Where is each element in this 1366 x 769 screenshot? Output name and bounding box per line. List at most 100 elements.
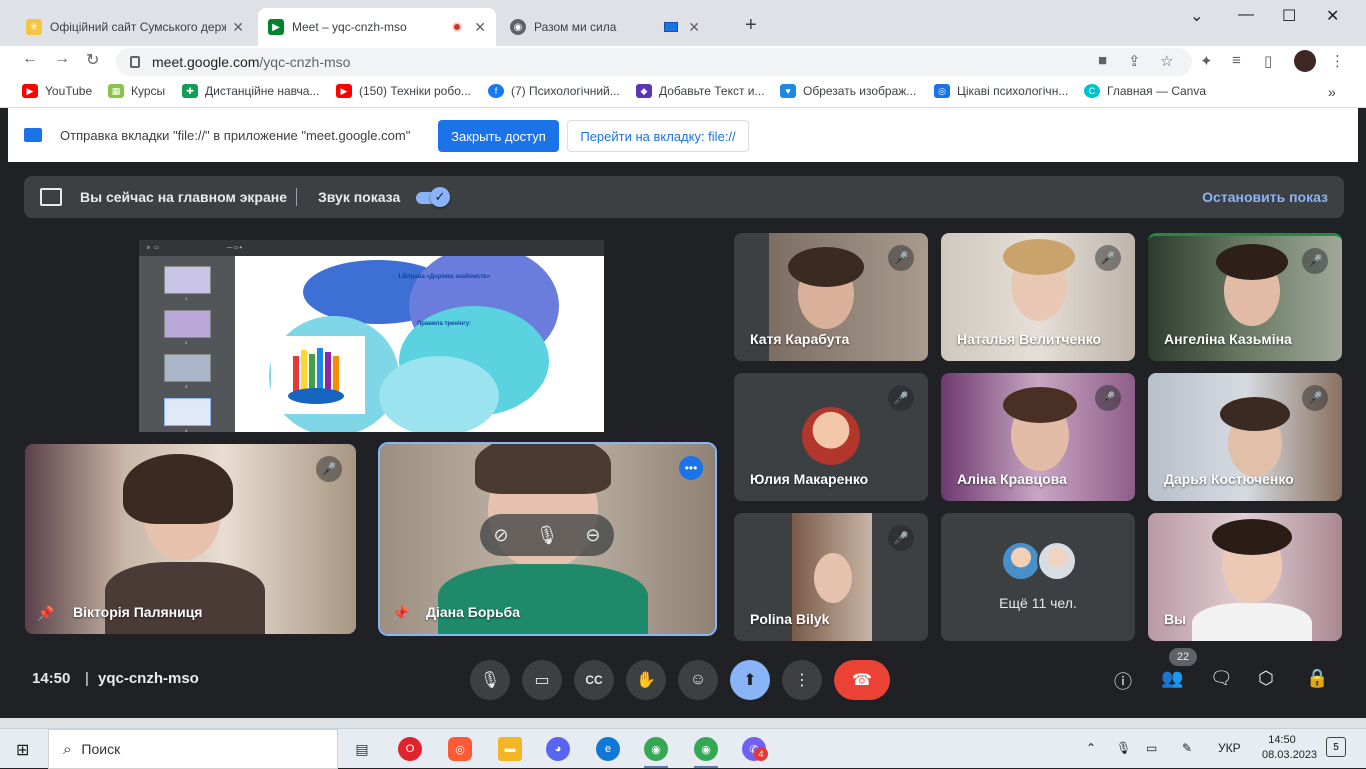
more-bookmarks-icon[interactable]: » — [1328, 84, 1336, 100]
microphone-button[interactable]: 🎙 — [470, 660, 510, 700]
file-explorer-icon[interactable]: ▬ — [498, 737, 522, 761]
presenting-status: Вы сейчас на главном экране — [80, 189, 288, 205]
windows-start-icon[interactable]: ⊞ — [16, 740, 29, 760]
taskbar-clock[interactable]: 14:50 08.03.2023 — [1262, 733, 1317, 763]
participant-tile[interactable]: 🎤 Аліна Кравцова — [941, 373, 1135, 501]
mic-off-icon: 🎤 — [1302, 385, 1328, 411]
tab-meet[interactable]: ▶ Meet – yqc-cnzh-mso ✕ — [258, 8, 496, 46]
participant-tile[interactable]: ⊘ 🎙 ⊖ ••• 📌 Діана Борьба — [378, 442, 717, 636]
circle-icon: ◎ — [934, 84, 950, 98]
reload-icon[interactable]: ↻ — [86, 50, 99, 70]
language-indicator[interactable]: УКР — [1218, 741, 1241, 755]
share-icon[interactable]: ⇪ — [1128, 52, 1141, 70]
bookmark-text[interactable]: ◆ Добавьте Текст и... — [636, 84, 765, 98]
avatar[interactable] — [1294, 50, 1316, 72]
participant-tile[interactable]: 🎤 Дарья Костюченко — [1148, 373, 1342, 501]
more-options-icon[interactable]: ••• — [679, 456, 703, 480]
video-hair — [788, 247, 864, 287]
unpin-icon[interactable]: ⊘ — [493, 525, 508, 546]
sound-toggle[interactable]: ✓ — [416, 187, 452, 207]
thumbnail[interactable] — [164, 398, 211, 426]
participant-name: Юлия Макаренко — [750, 471, 869, 487]
host-controls-icon[interactable]: 🔒 — [1306, 668, 1328, 689]
people-icon[interactable]: 👥 — [1161, 668, 1183, 689]
menu-icon[interactable]: ⋮ — [1330, 52, 1345, 70]
bookmark-classroom[interactable]: ✚ Дистанційне навча... — [182, 84, 319, 98]
thumbnail[interactable] — [164, 266, 211, 294]
close-tab-icon[interactable]: ✕ — [688, 19, 700, 36]
participant-tile[interactable]: 🎤 Ангеліна Казьміна — [1148, 233, 1342, 361]
bookmark-psych[interactable]: ◎ Цікаві психологічн... — [934, 84, 1068, 98]
extensions-icon[interactable]: ✦ — [1200, 52, 1213, 70]
self-view-tile[interactable]: Вы — [1148, 513, 1342, 641]
close-tab-icon[interactable]: ✕ — [232, 19, 244, 36]
chrome-icon[interactable]: ◉ — [694, 737, 718, 761]
page-text: 1.Вправа «Доріжка знайомств» Правила тре… — [299, 258, 589, 327]
side-panel-icon[interactable]: ▯ — [1264, 52, 1272, 70]
discord-icon[interactable]: ◕ — [546, 737, 570, 761]
captions-button[interactable]: CC — [574, 660, 614, 700]
pen-icon[interactable]: ✎ — [1182, 741, 1192, 755]
mic-icon[interactable]: 🎙 — [536, 525, 559, 546]
notifications-icon[interactable]: 5 — [1326, 737, 1346, 757]
bookmark-crop[interactable]: ♥ Обрезать изображ... — [780, 84, 916, 98]
chrome-icon[interactable]: ◉ — [644, 737, 668, 761]
participant-tile[interactable]: 🎤 Юлия Макаренко — [734, 373, 928, 501]
info-icon[interactable]: ⓘ — [1114, 668, 1132, 694]
task-view-icon[interactable]: ▤ — [350, 737, 374, 761]
media-icon[interactable]: ≡ — [1232, 52, 1241, 69]
activities-icon[interactable]: ⬡ — [1258, 668, 1274, 689]
thumbnail[interactable] — [164, 354, 211, 382]
search-label: Поиск — [81, 741, 121, 757]
pdf-page: 1.Вправа «Доріжка знайомств» Правила тре… — [239, 256, 601, 432]
close-tab-icon[interactable]: ✕ — [474, 19, 486, 36]
maximize-button[interactable]: ☐ — [1282, 6, 1296, 26]
new-tab-button[interactable]: + — [745, 14, 757, 37]
app-icon[interactable]: ◎ — [448, 737, 472, 761]
present-button[interactable]: ⬆ — [730, 660, 770, 700]
bookmark-facebook[interactable]: f (7) Психологічний... — [488, 84, 620, 98]
globe-icon: ◉ — [510, 19, 526, 35]
pin-icon[interactable]: 📌 — [37, 605, 54, 622]
participant-tile[interactable]: 🎤 Polina Bilyk — [734, 513, 928, 641]
taskbar-search[interactable]: ⌕ Поиск — [48, 729, 338, 769]
more-options-button[interactable]: ⋮ — [782, 660, 822, 700]
bookmark-youtube[interactable]: ▶ YouTube — [22, 84, 92, 98]
emoji-button[interactable]: ☺ — [678, 660, 718, 700]
tab-razom[interactable]: ◉ Разом ми сила ✕ — [500, 8, 710, 46]
star-icon[interactable]: ☆ — [1160, 52, 1173, 70]
stop-sharing-button[interactable]: Закрыть доступ — [438, 120, 559, 152]
end-call-button[interactable]: ☎ — [834, 660, 890, 700]
chevron-up-icon[interactable]: ⌃ — [1086, 741, 1096, 755]
raise-hand-button[interactable]: ✋ — [626, 660, 666, 700]
thumbnail[interactable] — [164, 310, 211, 338]
address-bar[interactable]: meet.google.com/yqc-cnzh-mso — [116, 48, 1192, 76]
forward-icon[interactable]: → — [54, 50, 70, 68]
bookmark-canva[interactable]: C Главная — Canva — [1084, 84, 1206, 98]
tab-sumy-site[interactable]: ⚜ Офіційний сайт Сумського держ ✕ — [16, 8, 254, 46]
edge-icon[interactable]: e — [596, 737, 620, 761]
battery-icon[interactable]: ▭ — [1146, 741, 1157, 755]
video-hair — [1003, 387, 1077, 423]
camera-icon[interactable]: ■ — [1098, 52, 1107, 69]
chevron-down-icon[interactable]: ⌄ — [1190, 6, 1203, 26]
bookmark-youtube-2[interactable]: ▶ (150) Техніки робо... — [336, 84, 471, 98]
tab-title: Meet – yqc-cnzh-mso — [292, 20, 407, 34]
participant-tile[interactable]: 🎤 Катя Карабута — [734, 233, 928, 361]
stop-presenting-button[interactable]: Остановить показ — [1202, 189, 1328, 205]
pin-icon[interactable]: 📌 — [392, 605, 409, 622]
minimize-button[interactable]: — — [1238, 6, 1254, 24]
camera-button[interactable]: ▭ — [522, 660, 562, 700]
microphone-icon[interactable]: 🎙 — [1116, 741, 1131, 755]
back-icon[interactable]: ← — [22, 50, 38, 68]
bookmark-courses[interactable]: ▦ Курсы — [108, 84, 165, 98]
close-window-button[interactable]: ✕ — [1326, 6, 1339, 26]
participant-tile[interactable]: 🎤 Наталья Велитченко — [941, 233, 1135, 361]
switch-tab-button[interactable]: Перейти на вкладку: file:// — [567, 120, 749, 152]
remove-icon[interactable]: ⊖ — [585, 525, 600, 546]
chat-icon[interactable]: 🗨 — [1210, 668, 1233, 689]
decor-blob — [379, 356, 499, 432]
participant-tile[interactable]: 🎤 📌 Вікторія Паляниця — [25, 444, 356, 634]
opera-icon[interactable]: O — [398, 737, 422, 761]
more-participants-tile[interactable]: Ещё 11 чел. — [941, 513, 1135, 641]
